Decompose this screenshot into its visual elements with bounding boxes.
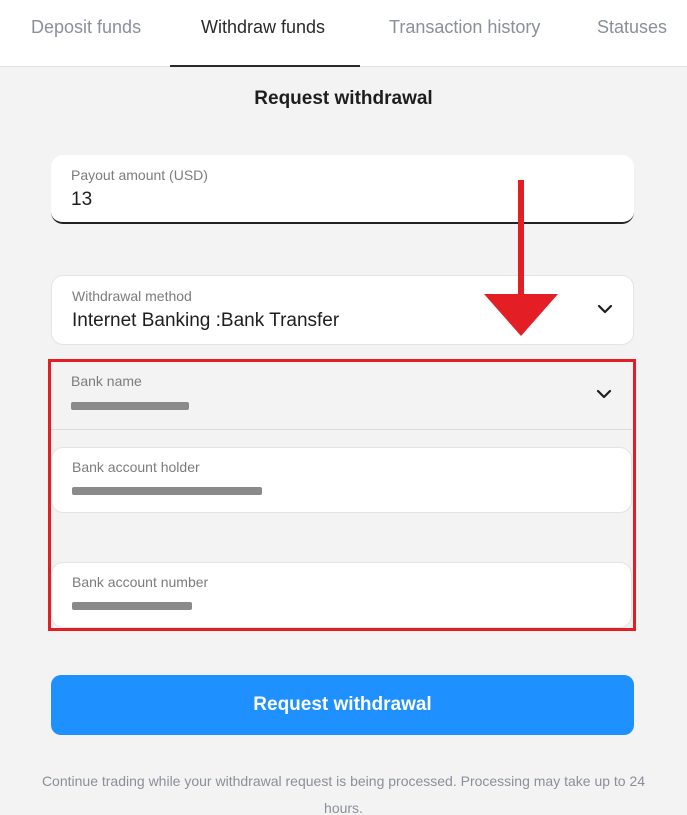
redacted-text	[72, 486, 262, 495]
withdrawal-method-value[interactable]: Internet Banking :Bank Transfer	[72, 310, 339, 332]
bank-account-holder-field[interactable]: Bank account holder	[51, 447, 632, 513]
payout-amount-value[interactable]: 13	[71, 189, 92, 211]
bank-account-number-field[interactable]: Bank account number	[51, 562, 632, 628]
tab-withdraw-funds[interactable]: Withdraw funds	[201, 17, 325, 38]
redacted-text	[71, 401, 189, 410]
request-withdrawal-button[interactable]: Request withdrawal	[51, 675, 634, 735]
chevron-down-icon[interactable]	[597, 303, 613, 317]
bank-name-label: Bank name	[71, 373, 142, 389]
bank-account-number-value[interactable]	[72, 595, 192, 617]
bank-account-holder-value[interactable]	[72, 480, 262, 502]
arrow-down-icon	[484, 180, 558, 336]
tab-deposit-funds[interactable]: Deposit funds	[31, 17, 141, 38]
processing-note: Continue trading while your withdrawal r…	[41, 773, 646, 815]
bank-name-value[interactable]	[71, 395, 189, 417]
bank-name-select[interactable]: Bank name	[51, 362, 632, 430]
bank-account-number-label: Bank account number	[72, 574, 209, 590]
tab-bar: Deposit funds Withdraw funds Transaction…	[0, 0, 687, 67]
redacted-text	[72, 601, 192, 610]
bank-account-holder-label: Bank account holder	[72, 459, 200, 475]
chevron-down-icon[interactable]	[596, 388, 612, 402]
active-tab-indicator	[170, 65, 360, 67]
withdraw-page: Deposit funds Withdraw funds Transaction…	[0, 0, 687, 815]
tab-transaction-history[interactable]: Transaction history	[389, 17, 540, 38]
payout-amount-label: Payout amount (USD)	[71, 167, 208, 183]
page-title: Request withdrawal	[254, 88, 433, 109]
tab-statuses[interactable]: Statuses	[597, 17, 667, 38]
withdrawal-method-label: Withdrawal method	[72, 288, 192, 304]
